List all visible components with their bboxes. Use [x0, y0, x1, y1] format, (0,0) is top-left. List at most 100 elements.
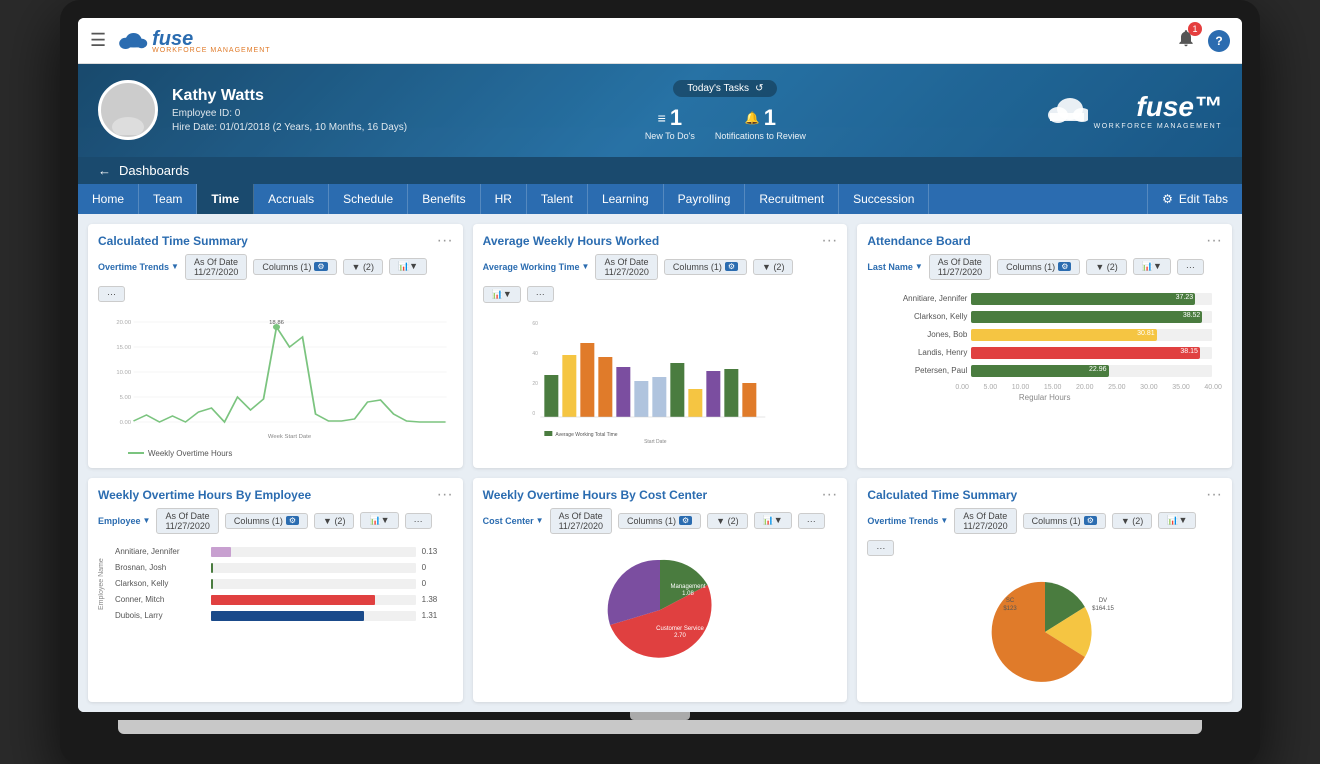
hire-date: Hire Date: 01/01/2018 (2 Years, 10 Month… [172, 122, 407, 133]
more-btn-2[interactable]: ··· [527, 286, 554, 302]
emp-name-4: Conner, Mitch [115, 595, 205, 604]
filter-btn-1[interactable]: ▼ (2) [343, 259, 383, 275]
columns-btn-1[interactable]: Columns (1) ⚙ [253, 259, 336, 275]
emp-y-label: Employee Name [94, 544, 105, 624]
emp-bar-fill-3 [211, 579, 213, 589]
more-btn-3[interactable]: ··· [1177, 259, 1204, 275]
att-bar-track-3: 30.81 [971, 329, 1212, 341]
new-todos-item: ≡ 1 New To Do's [645, 105, 695, 143]
columns-btn-6[interactable]: Columns (1) ⚙ [1023, 513, 1106, 529]
tasks-header: Today's Tasks ↺ [673, 80, 777, 97]
chart-type-btn-3[interactable]: 📊▼ [1133, 258, 1171, 275]
cost-center-filter[interactable]: Cost Center ▼ [483, 516, 544, 526]
tab-payrolling[interactable]: Payrolling [664, 184, 746, 214]
new-todos-label: New To Do's [645, 131, 695, 143]
chart-type-btn-2[interactable]: 📊▼ [483, 286, 521, 303]
card-menu-2[interactable]: ··· [821, 232, 837, 250]
tab-learning[interactable]: Learning [588, 184, 664, 214]
chart-type-btn-6[interactable]: 📊▼ [1158, 512, 1196, 529]
hamburger-icon[interactable]: ☰ [90, 30, 106, 51]
filter-btn-4[interactable]: ▼ (2) [314, 513, 354, 529]
card-header-5: Weekly Overtime Hours By Cost Center ··· [473, 478, 848, 508]
emp-name-1: Annitiare, Jennifer [115, 547, 205, 556]
tab-talent[interactable]: Talent [527, 184, 588, 214]
attendance-chart: Annitiare, Jennifer 37.23 Clarkson, Kell… [857, 286, 1232, 408]
emp-bar-fill-4 [211, 595, 375, 605]
columns-btn-2[interactable]: Columns (1) ⚙ [664, 259, 747, 275]
tasks-refresh-icon[interactable]: ↺ [755, 83, 763, 94]
as-of-date-btn-3[interactable]: As Of Date11/27/2020 [929, 254, 991, 280]
bar-1 [544, 375, 558, 417]
back-arrow-icon[interactable]: ← [98, 163, 111, 178]
as-of-date-btn-4[interactable]: As Of Date11/27/2020 [156, 508, 218, 534]
svg-text:15.00: 15.00 [116, 345, 131, 350]
pie-chart-svg: Management 1.08 Customer Service 2.70 [570, 550, 750, 670]
att-row-2: Clarkson, Kelly 38.52 [867, 308, 1222, 326]
filter-btn-6[interactable]: ▼ (2) [1112, 513, 1152, 529]
line-chart-path [133, 327, 445, 422]
more-btn-4[interactable]: ··· [405, 513, 432, 529]
tab-accruals[interactable]: Accruals [254, 184, 329, 214]
tab-benefits[interactable]: Benefits [408, 184, 480, 214]
as-of-date-btn-2[interactable]: As Of Date11/27/2020 [595, 254, 657, 280]
tab-succession[interactable]: Succession [839, 184, 929, 214]
bar-2 [562, 355, 576, 417]
chart-type-btn-1[interactable]: 📊▼ [389, 258, 427, 275]
edit-tabs-button[interactable]: ⚙ Edit Tabs [1147, 184, 1242, 214]
columns-btn-4[interactable]: Columns (1) ⚙ [225, 513, 308, 529]
as-of-date-btn-1[interactable]: As Of Date11/27/2020 [185, 254, 247, 280]
more-btn-5[interactable]: ··· [798, 513, 825, 529]
card-menu-1[interactable]: ··· [437, 232, 453, 250]
as-of-date-btn-5[interactable]: As Of Date11/27/2020 [550, 508, 612, 534]
filter-btn-3[interactable]: ▼ (2) [1086, 259, 1126, 275]
lastname-filter[interactable]: Last Name ▼ [867, 262, 922, 272]
employee-filter[interactable]: Employee ▼ [98, 516, 150, 526]
columns-btn-3[interactable]: Columns (1) ⚙ [997, 259, 1080, 275]
card-menu-4[interactable]: ··· [437, 486, 453, 504]
bar-6 [634, 381, 648, 417]
card-menu-5[interactable]: ··· [821, 486, 837, 504]
card-menu-6[interactable]: ··· [1206, 486, 1222, 504]
card-weekly-ot-employee: Weekly Overtime Hours By Employee ··· Em… [88, 478, 463, 702]
bar-5 [616, 367, 630, 417]
more-btn-1[interactable]: ··· [98, 286, 125, 302]
employee-id: Employee ID: 0 [172, 108, 407, 119]
emp-bar-track-5 [211, 611, 416, 621]
pie-val-management: 1.08 [682, 591, 694, 597]
pie-label-customer: Customer Service [656, 626, 704, 632]
chart-type-btn-4[interactable]: 📊▼ [360, 512, 398, 529]
more-btn-6[interactable]: ··· [867, 540, 894, 556]
tab-time[interactable]: Time [197, 184, 254, 214]
brand-cloud-icon [1044, 93, 1088, 127]
att-row-5: Petersen, Paul 22.96 [867, 362, 1222, 380]
filter-btn-2[interactable]: ▼ (2) [753, 259, 793, 275]
card-attendance-board: Attendance Board ··· Last Name ▼ As Of D… [857, 224, 1232, 468]
att-val-4: 38.15 [1180, 348, 1198, 355]
chart-type-btn-5[interactable]: 📊▼ [754, 512, 792, 529]
emp-name-3: Clarkson, Kelly [115, 579, 205, 588]
profile-left: Kathy Watts Employee ID: 0 Hire Date: 01… [98, 80, 407, 140]
columns-btn-5[interactable]: Columns (1) ⚙ [618, 513, 701, 529]
overtime-trends-filter[interactable]: Overtime Trends ▼ [98, 262, 179, 272]
tab-recruitment[interactable]: Recruitment [745, 184, 839, 214]
overtime-trends-filter-2[interactable]: Overtime Trends ▼ [867, 516, 948, 526]
as-of-date-btn-6[interactable]: As Of Date11/27/2020 [954, 508, 1016, 534]
filter-btn-5[interactable]: ▼ (2) [707, 513, 747, 529]
tab-schedule[interactable]: Schedule [329, 184, 408, 214]
tab-home[interactable]: Home [78, 184, 139, 214]
card-menu-3[interactable]: ··· [1206, 232, 1222, 250]
profile-info: Kathy Watts Employee ID: 0 Hire Date: 01… [172, 87, 407, 133]
laptop-screen: ☰ fuse WORKFORCE MANAGEMENT [78, 18, 1242, 712]
tab-hr[interactable]: HR [481, 184, 527, 214]
card-header-6: Calculated Time Summary ··· [857, 478, 1232, 508]
emp-val-3: 0 [422, 579, 447, 588]
card-header-3: Attendance Board ··· [857, 224, 1232, 254]
tab-team[interactable]: Team [139, 184, 197, 214]
help-button[interactable]: ? [1208, 30, 1230, 52]
notification-icon[interactable]: 1 [1176, 28, 1196, 53]
brand-sub: WORKFORCE MANAGEMENT [1094, 123, 1222, 130]
card-title-2: Average Weekly Hours Worked [483, 234, 660, 248]
card-controls-2: Average Working Time ▼ As Of Date11/27/2… [473, 254, 848, 309]
avg-working-filter[interactable]: Average Working Time ▼ [483, 262, 590, 272]
tasks-center: Today's Tasks ↺ ≡ 1 New To Do's 🔔 [645, 78, 806, 143]
